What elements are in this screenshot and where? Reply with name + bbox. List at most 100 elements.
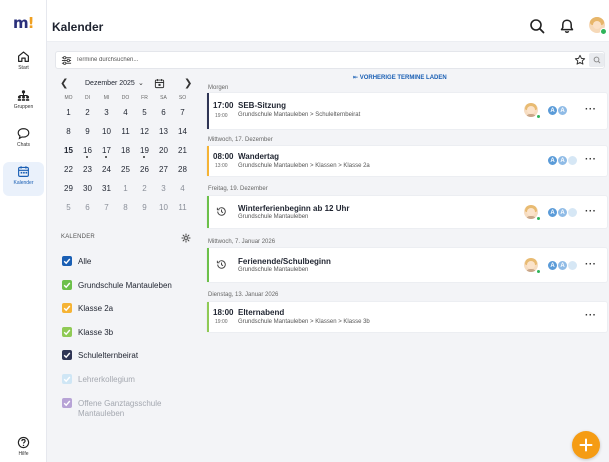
date-group-label: Dienstag, 13. Januar 2026 — [208, 292, 279, 298]
calendar-day-other-month[interactable]: 3 — [154, 179, 173, 198]
more-options-button[interactable]: ··· — [585, 259, 597, 270]
calendar-day[interactable]: 3 — [97, 103, 116, 122]
checkbox-checked[interactable] — [62, 326, 72, 337]
event-title: Winterferienbeginn ab 12 Uhr — [238, 204, 350, 213]
calendar-day-other-month[interactable]: 2 — [135, 179, 154, 198]
load-previous-button[interactable]: ⇤ VORHERIGE TERMINE LADEN — [353, 74, 447, 81]
next-month-button[interactable]: ❯ — [184, 78, 192, 89]
calendar-filter-grundschule[interactable]: Grundschule Mantauleben — [62, 279, 202, 303]
online-status-indicator — [600, 28, 607, 35]
nav-item-gruppen[interactable]: Gruppen — [3, 86, 44, 120]
event-card[interactable]: Ferienende/Schulbeginn Grundschule Manta… — [207, 248, 607, 282]
event-color-bar — [207, 302, 209, 332]
calendar-day-other-month[interactable]: 5 — [59, 198, 78, 217]
calendar-day[interactable]: 5 — [135, 103, 154, 122]
checkbox-checked[interactable] — [62, 303, 72, 314]
chevron-down-icon[interactable]: ⌄ — [138, 79, 144, 87]
calendar-day-other-month[interactable]: 9 — [135, 198, 154, 217]
more-options-button[interactable]: ··· — [585, 310, 597, 321]
event-card[interactable]: Winterferienbeginn ab 12 Uhr Grundschule… — [207, 196, 607, 228]
calendar-day[interactable]: 10 — [97, 122, 116, 141]
calendar-day[interactable]: 29 — [59, 179, 78, 198]
event-path: Grundschule Mantauleben — [238, 214, 309, 220]
calendar-day[interactable]: 30 — [78, 179, 97, 198]
online-status-indicator — [536, 216, 541, 221]
calendar-filter-klasse-2a[interactable]: Klasse 2a — [62, 302, 202, 326]
calendar-day[interactable]: 31 — [97, 179, 116, 198]
calendar-day-today[interactable]: 15 — [59, 141, 78, 160]
nav-item-hilfe[interactable]: Hilfe — [3, 433, 44, 462]
calendar-day[interactable]: 23 — [78, 160, 97, 179]
calendar-day-other-month[interactable]: 1 — [116, 179, 135, 198]
calendar-day-other-month[interactable]: 8 — [116, 198, 135, 217]
calendar-day[interactable]: 7 — [173, 103, 192, 122]
calendar-day-with-event[interactable]: 17 — [97, 141, 116, 160]
bell-icon[interactable] — [559, 18, 575, 34]
calendar-day[interactable]: 1 — [59, 103, 78, 122]
checkbox-checked[interactable] — [62, 279, 72, 290]
checkbox-checked[interactable] — [62, 397, 72, 408]
calendar-day-other-month[interactable]: 4 — [173, 179, 192, 198]
event-color-bar — [207, 93, 209, 129]
search-icon[interactable] — [529, 18, 545, 34]
more-options-button[interactable]: ··· — [585, 206, 597, 217]
calendar-day[interactable]: 12 — [135, 122, 154, 141]
event-card[interactable]: 17:00 19:00 SEB-Sitzung Grundschule Mant… — [207, 93, 607, 129]
calendar-week: 8 9 10 11 12 13 14 — [59, 122, 192, 141]
event-card[interactable]: 08:00 13:00 Wandertag Grundschule Mantau… — [207, 146, 607, 176]
calendar-day[interactable]: 26 — [135, 160, 154, 179]
event-card[interactable]: 18:00 19:00 Elternabend Grundschule Mant… — [207, 302, 607, 332]
nav-item-kalender[interactable]: Kalender — [3, 162, 44, 196]
calendar-day[interactable]: 11 — [116, 122, 135, 141]
add-event-button[interactable] — [572, 431, 600, 459]
calendar-day[interactable]: 9 — [78, 122, 97, 141]
calendar-name: Lehrerkollegium — [78, 374, 135, 384]
check-icon — [63, 305, 71, 312]
calendar-day[interactable]: 2 — [78, 103, 97, 122]
calendar-day[interactable]: 28 — [173, 160, 192, 179]
calendar-day[interactable]: 25 — [116, 160, 135, 179]
today-calendar-icon[interactable] — [154, 78, 165, 89]
nav-item-start[interactable]: Start — [3, 47, 44, 81]
checkbox-checked[interactable] — [62, 350, 72, 361]
calendar-day[interactable]: 18 — [116, 141, 135, 160]
previous-month-button[interactable]: ❮ — [60, 78, 68, 89]
calendar-day[interactable]: 8 — [59, 122, 78, 141]
checkbox-checked[interactable] — [62, 256, 72, 266]
calendar-day[interactable]: 20 — [154, 141, 173, 160]
nav-item-chats[interactable]: Chats — [3, 124, 44, 158]
nav-label-chats: Chats — [16, 142, 31, 148]
gear-icon[interactable] — [181, 233, 191, 243]
calendar-day-other-month[interactable]: 11 — [173, 198, 192, 217]
calendar-name: Klasse 3b — [78, 327, 114, 337]
calendar-day-other-month[interactable]: 7 — [97, 198, 116, 217]
nav-label-gruppen: Gruppen — [13, 104, 34, 110]
calendar-filter-klasse-3b[interactable]: Klasse 3b — [62, 326, 202, 350]
calendar-filter-lehrerkollegium[interactable]: Lehrerkollegium — [62, 373, 202, 397]
checkbox-checked[interactable] — [62, 373, 72, 384]
app-logo[interactable]: m! — [13, 14, 34, 32]
calendar-day[interactable]: 21 — [173, 141, 192, 160]
calendar-filter-schulelternbeirat[interactable]: Schulelternbeirat — [62, 349, 202, 373]
star-icon[interactable] — [574, 54, 586, 66]
more-options-button[interactable]: ··· — [585, 154, 597, 165]
calendar-day[interactable]: 6 — [154, 103, 173, 122]
calendar-day[interactable]: 24 — [97, 160, 116, 179]
month-label[interactable]: Dezember 2025 — [85, 80, 135, 87]
calendar-filter-ganztagsschule[interactable]: Offene Ganztagsschule Mantauleben — [62, 397, 202, 425]
calendar-day[interactable]: 4 — [116, 103, 135, 122]
calendar-day-with-event[interactable]: 16 — [78, 141, 97, 160]
calendar-day[interactable]: 27 — [154, 160, 173, 179]
search-button[interactable] — [589, 53, 604, 67]
calendar-day[interactable]: 13 — [154, 122, 173, 141]
calendar-name: Offene Ganztagsschule Mantauleben — [78, 398, 162, 418]
more-options-button[interactable]: ··· — [585, 104, 597, 115]
search-input[interactable] — [76, 53, 556, 67]
calendar-day-other-month[interactable]: 10 — [154, 198, 173, 217]
calendar-day-other-month[interactable]: 6 — [78, 198, 97, 217]
filter-icon[interactable] — [61, 55, 72, 66]
calendar-day-with-event[interactable]: 19 — [135, 141, 154, 160]
calendar-filter-alle[interactable]: Alle — [62, 255, 202, 279]
calendar-day[interactable]: 14 — [173, 122, 192, 141]
calendar-day[interactable]: 22 — [59, 160, 78, 179]
